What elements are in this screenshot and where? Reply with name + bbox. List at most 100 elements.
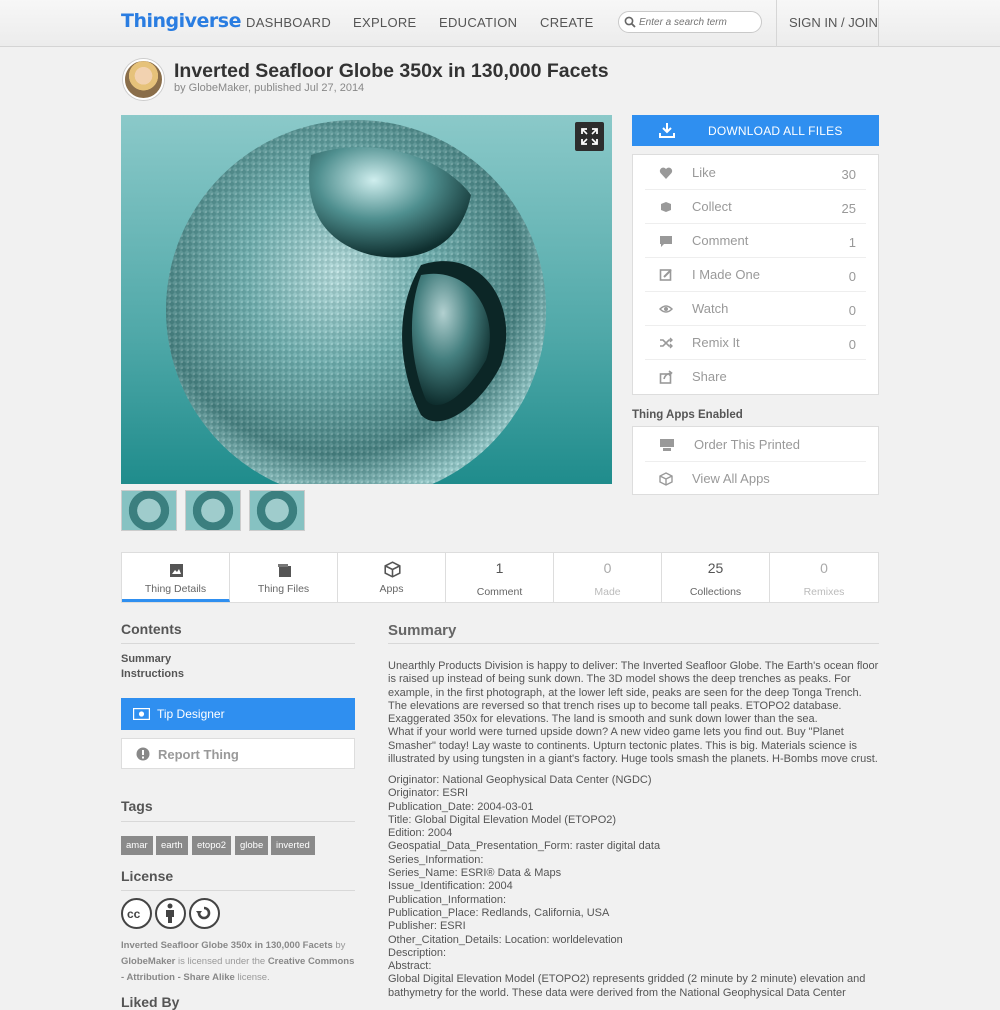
collect-icon <box>661 202 671 212</box>
tag[interactable]: earth <box>156 836 188 855</box>
report-thing-button[interactable]: Report Thing <box>121 738 355 769</box>
tag[interactable]: globe <box>235 836 269 855</box>
globe-image <box>166 120 546 484</box>
tag[interactable]: etopo2 <box>192 836 232 855</box>
apps-title: Thing Apps Enabled <box>632 409 743 421</box>
apps-panel: Order This Printed View All Apps <box>632 426 879 495</box>
order-printed-button[interactable]: Order This Printed <box>645 428 866 462</box>
avatar[interactable] <box>123 59 164 100</box>
thumbnail[interactable] <box>185 490 241 531</box>
thumbnail[interactable] <box>249 490 305 531</box>
tab-remixes[interactable]: 0 Remixes <box>770 553 878 602</box>
cc-icon[interactable]: cc <box>121 898 152 929</box>
collect-button[interactable]: Collect 25 <box>645 190 866 224</box>
comment-button[interactable]: Comment 1 <box>645 224 866 258</box>
meta-line: Publisher: ESRI <box>388 920 466 933</box>
remix-button[interactable]: Remix It 0 <box>645 326 866 360</box>
details-icon <box>170 564 183 577</box>
view-all-apps-button[interactable]: View All Apps <box>645 462 866 496</box>
watch-button[interactable]: Watch 0 <box>645 292 866 326</box>
warning-icon <box>136 747 150 761</box>
thumbnail[interactable] <box>121 490 177 531</box>
fullscreen-button[interactable] <box>575 122 604 151</box>
nav-education[interactable]: EDUCATION <box>439 15 517 30</box>
meta-line: Originator: ESRI <box>388 787 469 800</box>
cube-icon <box>659 472 673 486</box>
liked-by-heading: Liked By <box>121 994 180 1010</box>
license-text: Inverted Seafloor Globe 350x in 130,000 … <box>121 940 355 983</box>
share-alike-icon[interactable] <box>189 898 220 929</box>
thing-tabs: Thing Details Thing Files Apps 1 Comment… <box>121 552 879 603</box>
svg-text:cc: cc <box>127 907 141 921</box>
meta-line: Geospatial_Data_Presentation_Form: raste… <box>388 840 661 853</box>
share-button[interactable]: Share <box>645 360 866 394</box>
meta-abstract: Global Digital Elevation Model (ETOPO2) … <box>388 973 866 999</box>
meta-line: Abstract: <box>388 960 432 973</box>
tag[interactable]: amar <box>121 836 153 855</box>
heart-icon <box>659 167 673 179</box>
meta-line: Series_Information: <box>388 853 484 866</box>
meta-line: Publication_Date: 2004-03-01 <box>388 800 534 813</box>
signin-area: SIGN IN / JOIN <box>776 0 879 47</box>
download-icon <box>659 123 675 138</box>
tab-made[interactable]: 0 Made <box>554 553 662 602</box>
tags-heading: Tags <box>121 798 153 814</box>
license-heading: License <box>121 868 174 884</box>
download-all-button[interactable]: DOWNLOAD ALL FILES <box>632 115 879 146</box>
tag[interactable]: inverted <box>271 836 315 855</box>
meta-line: Series_Name: ESRI® Data & Maps <box>388 867 562 880</box>
tab-thing-details[interactable]: Thing Details <box>122 553 230 602</box>
meta-line: Originator: National Geophysical Data Ce… <box>388 774 652 786</box>
tip-designer-button[interactable]: Tip Designer <box>121 698 355 730</box>
byline[interactable]: by GlobeMaker, published Jul 27, 2014 <box>174 82 364 94</box>
tab-apps[interactable]: Apps <box>338 553 446 602</box>
signin-link[interactable]: SIGN IN / JOIN <box>789 15 878 30</box>
nav-create[interactable]: CREATE <box>540 15 594 30</box>
contents-link-summary[interactable]: Summary <box>121 653 171 665</box>
search-icon[interactable] <box>624 16 636 28</box>
made-icon <box>659 269 672 281</box>
meta-line: Title: Global Digital Elevation Model (E… <box>388 813 617 826</box>
tab-comments[interactable]: 1 Comment <box>446 553 554 602</box>
search-box <box>618 11 762 33</box>
comment-icon <box>660 236 672 247</box>
top-navbar: Thingiverse DASHBOARD EXPLORE EDUCATION … <box>0 0 1000 47</box>
nav-explore[interactable]: EXPLORE <box>353 15 417 30</box>
meta-line: Description: <box>388 946 447 959</box>
tab-thing-files[interactable]: Thing Files <box>230 553 338 602</box>
share-icon <box>659 370 673 384</box>
meta-line: Issue_Identification: 2004 <box>388 880 513 893</box>
summary-paragraph: Unearthly Products Division is happy to … <box>388 660 879 726</box>
remix-icon <box>660 337 673 349</box>
money-icon <box>133 708 150 720</box>
printer-icon <box>660 439 674 451</box>
metadata-list: Originator: National Geophysical Data Ce… <box>388 774 879 1000</box>
expand-icon <box>581 128 598 145</box>
divider <box>121 821 355 822</box>
meta-line: Publication_Place: Redlands, California,… <box>388 906 610 919</box>
contents-heading: Contents <box>121 621 182 637</box>
attribution-icon[interactable] <box>155 898 186 929</box>
divider <box>388 643 879 644</box>
nav-dashboard[interactable]: DASHBOARD <box>246 15 331 30</box>
summary-paragraph: What if your world were turned upside do… <box>388 726 878 766</box>
search-input[interactable] <box>639 14 757 30</box>
actions-panel: Like 30 Collect 25 Comment 1 I Made One … <box>632 154 879 395</box>
contents-link-instructions[interactable]: Instructions <box>121 668 184 680</box>
summary-heading: Summary <box>388 622 457 639</box>
thingiverse-logo[interactable]: Thingiverse <box>121 10 241 32</box>
meta-line: Other_Citation_Details: Location: worlde… <box>388 933 623 946</box>
eye-icon <box>659 305 673 313</box>
files-icon <box>278 564 291 577</box>
cube-icon <box>384 561 401 578</box>
tab-collections[interactable]: 25 Collections <box>662 553 770 602</box>
meta-line: Publication_Information: <box>388 893 507 906</box>
divider <box>121 643 355 644</box>
license-thing-link[interactable]: Inverted Seafloor Globe 350x in 130,000 … <box>121 940 333 951</box>
page-title: Inverted Seafloor Globe 350x in 130,000 … <box>174 60 609 82</box>
main-image[interactable] <box>121 115 612 484</box>
made-one-button[interactable]: I Made One 0 <box>645 258 866 292</box>
license-author-link[interactable]: GlobeMaker <box>121 956 175 967</box>
like-button[interactable]: Like 30 <box>645 156 866 190</box>
divider <box>121 890 355 891</box>
